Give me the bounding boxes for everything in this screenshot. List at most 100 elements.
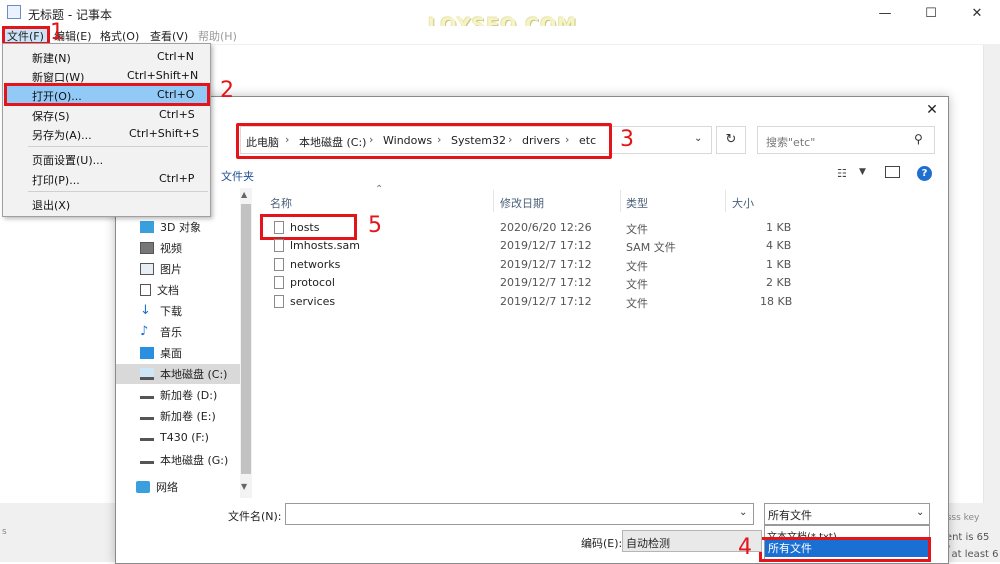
nav-item-videos[interactable]: 视频 [140, 238, 238, 258]
sort-ascending-icon: ⌃ [375, 184, 384, 195]
menu-shortcut: Ctrl+Shift+S [129, 127, 199, 140]
menu-separator [28, 146, 208, 147]
file-icon [274, 295, 284, 308]
file-type: 文件 [626, 223, 648, 236]
file-date: 2019/12/7 17:12 [500, 295, 592, 308]
step-number-5: 5 [368, 213, 382, 238]
menu-item-new[interactable]: 新建(N) [32, 50, 71, 66]
file-name[interactable]: services [290, 295, 335, 308]
file-size: 4 KB [766, 239, 792, 252]
scroll-down-icon[interactable]: ▼ [241, 482, 247, 491]
menu-shortcut: Ctrl+S [159, 108, 195, 121]
music-note-icon: ♪ [140, 324, 149, 339]
menu-shortcut: Ctrl+P [159, 172, 195, 185]
nav-item-network[interactable]: 网络 [136, 477, 234, 497]
chevron-down-icon[interactable]: ⌄ [739, 507, 747, 518]
file-size: 1 KB [766, 221, 792, 234]
encoding-label: 编码(E): [581, 537, 623, 550]
minimize-icon: — [878, 5, 892, 21]
nav-item-drive-d[interactable]: 新加卷 (D:) [140, 385, 238, 405]
column-divider [725, 190, 726, 212]
chevron-down-icon[interactable]: ⌄ [694, 133, 702, 144]
close-window-button[interactable]: ✕ [954, 0, 1000, 26]
nav-item-drive-e[interactable]: 新加卷 (E:) [140, 406, 238, 426]
column-divider [493, 190, 494, 212]
column-divider [620, 190, 621, 212]
file-name[interactable]: networks [290, 258, 340, 271]
window-title: 无标题 - 记事本 [28, 8, 112, 22]
search-placeholder: 搜索"etc" [766, 136, 816, 149]
minimize-button[interactable]: — [862, 0, 908, 26]
menu-format[interactable]: 格式(O) [100, 28, 139, 44]
drive-icon [140, 412, 154, 420]
filename-label: 文件名(N): [228, 510, 282, 523]
nav-scrollbar-thumb[interactable] [241, 204, 251, 474]
menu-item-save-as[interactable]: 另存为(A)... [32, 127, 92, 143]
menu-help[interactable]: 帮助(H) [198, 28, 237, 44]
nav-item-desktop[interactable]: 桌面 [140, 343, 238, 363]
file-date: 2019/12/7 17:12 [500, 276, 592, 289]
annotation-frame-filetype [759, 537, 931, 562]
file-name[interactable]: protocol [290, 276, 335, 289]
column-header-date[interactable]: 修改日期 [500, 195, 544, 211]
new-folder-button[interactable]: 文件夹 [221, 168, 254, 184]
file-icon [274, 276, 284, 289]
chevron-down-icon[interactable]: ⌄ [916, 507, 924, 518]
file-date: 2019/12/7 17:12 [500, 258, 592, 271]
menu-item-page-setup[interactable]: 页面设置(U)... [32, 152, 103, 168]
nav-item-drive-f[interactable]: T430 (F:) [140, 427, 238, 447]
preview-pane-icon[interactable] [885, 166, 900, 178]
network-icon [136, 481, 150, 493]
nav-item-drive-c[interactable]: 本地磁盘 (C:) [116, 364, 240, 384]
annotation-frame-open [4, 83, 210, 106]
refresh-button[interactable]: ↻ [716, 126, 746, 154]
file-type: 文件 [626, 260, 648, 273]
nav-item-3d-objects[interactable]: 3D 对象 [140, 217, 238, 237]
file-date: 2019/12/7 17:12 [500, 239, 592, 252]
scroll-up-icon[interactable]: ▲ [241, 190, 247, 199]
filename-input[interactable] [285, 503, 754, 525]
step-number-2: 2 [220, 78, 234, 103]
nav-item-downloads[interactable]: ↓ 下载 [140, 301, 238, 321]
close-icon: ✕ [971, 5, 983, 21]
nav-item-music[interactable]: ♪ 音乐 [140, 322, 238, 342]
view-options-icon[interactable]: ☷ [837, 167, 847, 180]
notepad-vertical-scrollbar[interactable] [983, 45, 1000, 503]
file-size: 18 KB [760, 295, 793, 308]
column-header-size[interactable]: 大小 [732, 195, 754, 211]
menu-item-exit[interactable]: 退出(X) [32, 197, 70, 213]
caret-down-icon[interactable]: ▼ [859, 167, 866, 177]
step-number-4: 4 [738, 535, 752, 560]
step-number-1: 1 [50, 20, 64, 45]
file-name[interactable]: lmhosts.sam [290, 239, 360, 252]
close-icon: ✕ [926, 102, 938, 118]
drive-icon [140, 433, 154, 441]
menu-item-print[interactable]: 打印(P)... [32, 172, 80, 188]
nav-item-documents[interactable]: 文档 [140, 280, 238, 300]
notepad-app-icon [7, 5, 21, 19]
refresh-icon: ↻ [725, 132, 737, 147]
drive-icon [140, 456, 154, 464]
file-size: 1 KB [766, 258, 792, 271]
help-icon[interactable]: ? [917, 166, 932, 181]
nav-item-pictures[interactable]: 图片 [140, 259, 238, 279]
search-icon: ⚲ [914, 132, 923, 146]
drive-icon [140, 391, 154, 399]
menu-item-save[interactable]: 保存(S) [32, 108, 70, 124]
menu-shortcut: Ctrl+Shift+N [127, 69, 199, 82]
document-icon [140, 284, 151, 296]
maximize-button[interactable]: ☐ [908, 0, 954, 26]
column-header-name[interactable]: 名称 [270, 195, 292, 211]
dialog-close-button[interactable]: ✕ [922, 100, 942, 120]
menu-separator [28, 191, 208, 192]
annotation-frame-address [236, 123, 612, 159]
column-header-type[interactable]: 类型 [626, 195, 648, 211]
file-icon [274, 239, 284, 252]
nav-item-drive-g[interactable]: 本地磁盘 (G:) [140, 450, 238, 470]
menu-view[interactable]: 查看(V) [150, 28, 188, 44]
file-date: 2020/6/20 12:26 [500, 221, 592, 234]
menu-shortcut: Ctrl+N [157, 50, 195, 63]
encoding-value: 自动检测 [626, 537, 670, 550]
edge-text: s [2, 527, 7, 537]
file-type: SAM 文件 [626, 241, 676, 254]
